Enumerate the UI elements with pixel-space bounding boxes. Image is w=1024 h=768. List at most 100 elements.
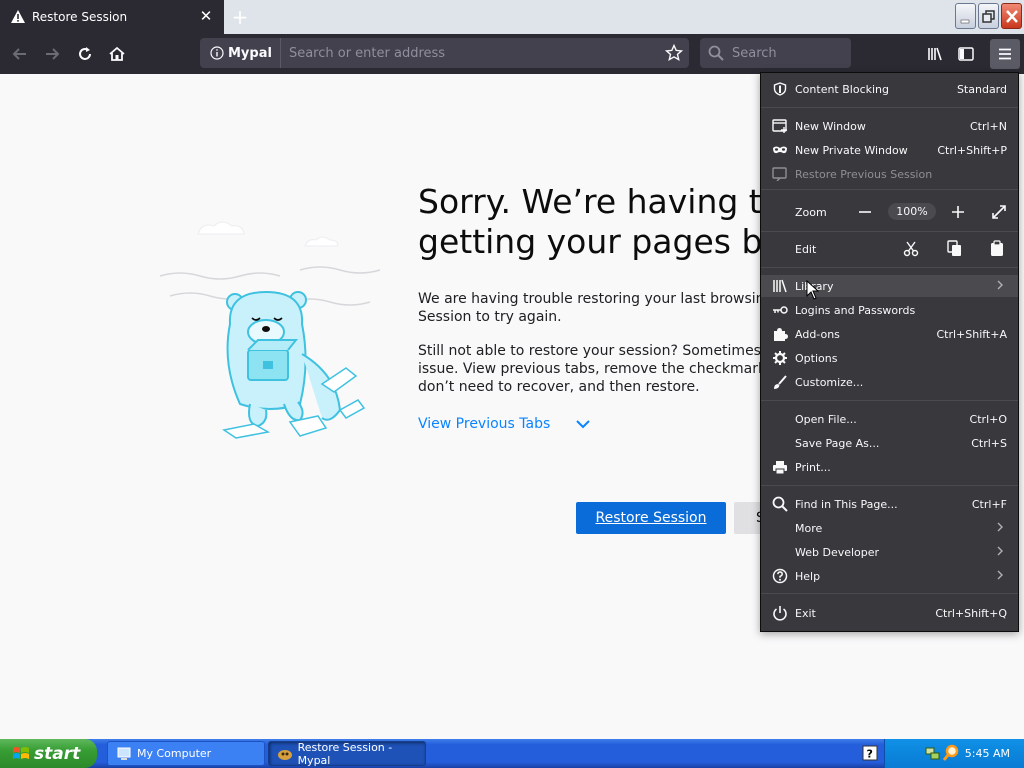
site-identity-button[interactable]: Mypal — [200, 38, 281, 68]
help-icon — [772, 568, 788, 584]
bookmark-star-icon[interactable] — [665, 44, 683, 62]
mouse-cursor-icon — [806, 280, 820, 300]
restore-down-icon — [982, 10, 995, 23]
new-tab-button[interactable]: + — [228, 6, 252, 28]
menu-item-library[interactable]: Library — [761, 275, 1018, 297]
power-icon — [773, 606, 787, 621]
menu-separator — [761, 189, 1018, 190]
system-tray: 5:45 AM — [884, 739, 1024, 768]
tab-restore-session[interactable]: Restore Session ✕ — [0, 0, 224, 34]
menu-item-help[interactable]: Help — [761, 565, 1018, 587]
maximize-button[interactable] — [978, 3, 999, 29]
menu-separator — [761, 593, 1018, 594]
back-arrow-icon — [12, 48, 26, 60]
new-window-icon — [772, 119, 787, 133]
content-blocking-status: Standard — [956, 82, 1007, 96]
menu-item-web-developer[interactable]: Web Developer — [761, 541, 1018, 563]
chevron-right-icon — [997, 546, 1003, 556]
menu-item-save-page-as[interactable]: Save Page As... Ctrl+S — [761, 432, 1018, 454]
svg-text:?: ? — [867, 748, 873, 761]
zoom-in-icon[interactable] — [951, 205, 965, 219]
sad-bear-illustration — [159, 221, 381, 439]
view-previous-tabs-label: View Previous Tabs — [418, 416, 551, 432]
help-tray-icon[interactable]: ? — [862, 745, 878, 761]
menu-separator — [761, 107, 1018, 108]
taskbar-item-my-computer[interactable]: My Computer — [107, 741, 265, 766]
reload-button[interactable] — [70, 39, 100, 69]
back-button[interactable] — [5, 39, 35, 69]
gear-icon — [773, 351, 787, 365]
library-icon — [773, 279, 787, 293]
menu-item-exit[interactable]: Exit Ctrl+Shift+Q — [761, 602, 1018, 624]
cut-icon[interactable] — [903, 241, 919, 257]
printer-icon — [773, 461, 787, 474]
copy-icon[interactable] — [947, 240, 963, 257]
search-bar[interactable] — [700, 38, 851, 68]
chevron-right-icon — [997, 280, 1003, 290]
minimize-icon — [960, 19, 970, 24]
home-icon — [109, 46, 125, 61]
home-button[interactable] — [102, 39, 132, 69]
zoom-out-icon[interactable] — [858, 206, 872, 218]
open-menu-button[interactable] — [990, 39, 1020, 69]
taskbar-clock: 5:45 AM — [964, 747, 1010, 760]
windows-logo-icon — [13, 746, 29, 759]
menu-item-restore-previous-session: Restore Previous Session — [761, 163, 1018, 185]
menu-separator — [761, 267, 1018, 268]
menu-item-print[interactable]: Print... — [761, 456, 1018, 478]
taskbar-item-label: My Computer — [137, 747, 212, 760]
paste-icon[interactable] — [990, 240, 1004, 257]
network-icon[interactable] — [925, 745, 941, 761]
search-input[interactable] — [732, 38, 842, 68]
library-icon — [928, 47, 942, 61]
warning-icon — [11, 10, 25, 23]
menu-item-logins-and-passwords[interactable]: Logins and Passwords — [761, 299, 1018, 321]
url-bar[interactable]: Mypal — [200, 38, 689, 68]
reload-icon — [79, 47, 91, 60]
fullscreen-icon[interactable] — [991, 204, 1007, 220]
address-input[interactable] — [280, 38, 661, 68]
paintbrush-icon — [774, 375, 787, 389]
search-icon — [708, 45, 724, 61]
private-mask-icon — [773, 146, 787, 154]
close-window-button[interactable] — [1001, 3, 1022, 29]
library-button[interactable] — [920, 39, 950, 69]
shield-icon — [773, 82, 787, 96]
menu-item-edit: Edit — [761, 237, 1018, 261]
menu-separator — [761, 485, 1018, 486]
tab-strip: Restore Session ✕ + — [0, 0, 1024, 34]
site-label: Mypal — [228, 45, 272, 61]
restore-session-button[interactable]: Restore Session — [576, 502, 726, 534]
zoom-reset-button[interactable]: 100% — [888, 203, 936, 220]
menu-separator — [761, 400, 1018, 401]
menu-item-open-file[interactable]: Open File... Ctrl+O — [761, 408, 1018, 430]
menu-item-more[interactable]: More — [761, 517, 1018, 539]
start-label: start — [34, 743, 81, 764]
menu-item-add-ons[interactable]: Add-ons Ctrl+Shift+A — [761, 323, 1018, 345]
close-icon — [1006, 10, 1018, 23]
sidebar-icon — [958, 47, 974, 61]
close-tab-icon[interactable]: ✕ — [198, 8, 214, 24]
restore-session-icon — [772, 167, 787, 181]
chevron-right-icon — [997, 570, 1003, 580]
sidebar-button[interactable] — [951, 39, 981, 69]
menu-item-customize[interactable]: Customize... — [761, 371, 1018, 393]
key-icon — [773, 306, 788, 314]
forward-button[interactable] — [37, 39, 67, 69]
hamburger-menu-icon — [999, 48, 1011, 60]
menu-item-new-window[interactable]: New Window Ctrl+N — [761, 115, 1018, 137]
info-icon — [210, 46, 224, 60]
menu-item-content-blocking[interactable]: Content Blocking Standard — [761, 78, 1018, 100]
taskbar-item-restore-session[interactable]: Restore Session - Mypal — [268, 741, 426, 767]
search-icon — [772, 496, 788, 512]
app-menu-panel: Content Blocking Standard New Window Ctr… — [760, 72, 1019, 632]
tab-title: Restore Session — [32, 10, 128, 24]
menu-item-options[interactable]: Options — [761, 347, 1018, 369]
start-button[interactable]: start — [0, 739, 97, 768]
menu-item-find-in-page[interactable]: Find in This Page... Ctrl+F — [761, 493, 1018, 515]
view-previous-tabs-link[interactable]: View Previous Tabs — [418, 416, 591, 432]
menu-item-new-private-window[interactable]: New Private Window Ctrl+Shift+P — [761, 139, 1018, 161]
search-magnifier-tray-icon[interactable] — [943, 744, 959, 762]
forward-arrow-icon — [46, 48, 60, 60]
minimize-button[interactable] — [955, 3, 976, 29]
